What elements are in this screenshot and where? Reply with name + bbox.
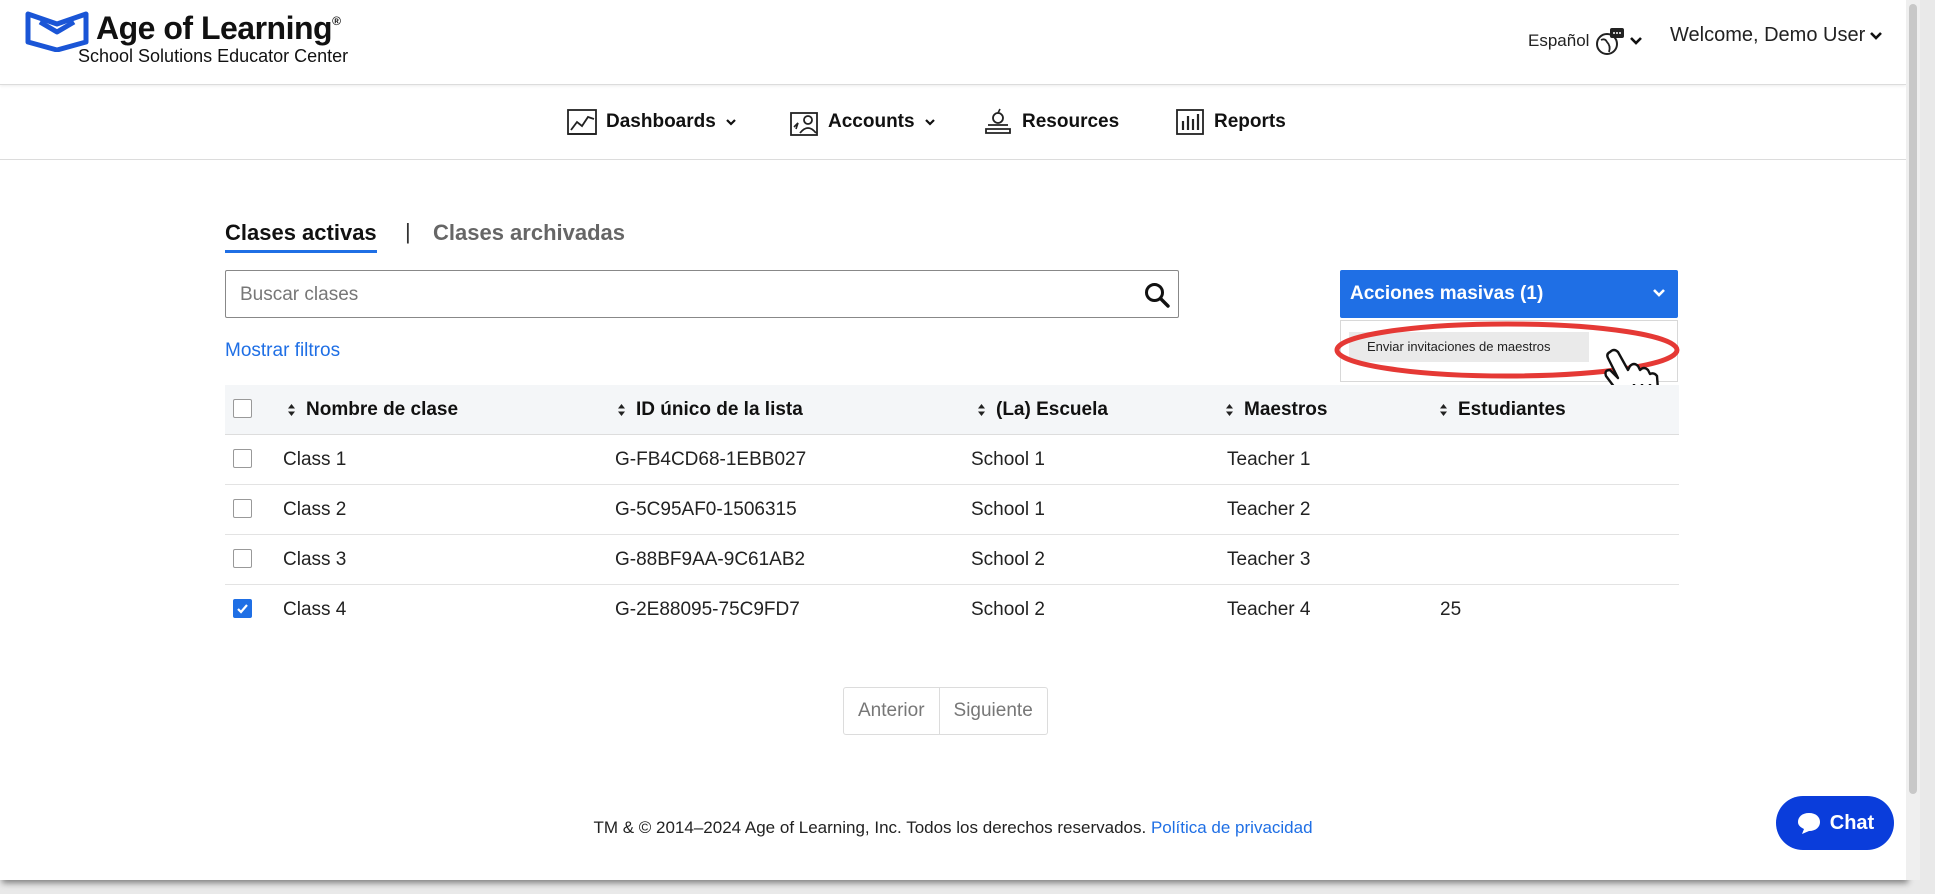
accounts-icon bbox=[790, 112, 818, 136]
class-name-cell[interactable]: Class 4 bbox=[283, 599, 346, 621]
tab-active-classes[interactable]: Clases activas bbox=[225, 220, 377, 253]
school-cell: School 2 bbox=[971, 549, 1045, 570]
main-nav: Dashboards Accounts Resources Reports bbox=[0, 85, 1906, 160]
chat-label: Chat bbox=[1829, 811, 1875, 834]
students-cell: 25 bbox=[1440, 599, 1462, 620]
school-cell: School 1 bbox=[971, 449, 1045, 470]
chat-button[interactable]: Chat bbox=[1776, 796, 1894, 850]
nav-resources[interactable]: Resources bbox=[982, 107, 1119, 137]
chevron-down-icon bbox=[726, 119, 736, 126]
footer: TM & © 2014–2024 Age of Learning, Inc. T… bbox=[0, 818, 1906, 838]
column-label: (La) Escuela bbox=[996, 399, 1108, 420]
nav-dashboards-label: Dashboards bbox=[606, 111, 716, 132]
unique-id-cell: G-2E88095-75C9FD7 bbox=[615, 599, 800, 620]
table-row[interactable]: Class 3 G-88BF9AA-9C61AB2 School 2 Teach… bbox=[225, 535, 1679, 585]
chevron-down-icon bbox=[1870, 31, 1883, 40]
brand-name: Age of Learning® bbox=[96, 10, 341, 46]
class-name-cell[interactable]: Class 1 bbox=[283, 449, 346, 471]
previous-page-button[interactable]: Anterior bbox=[844, 688, 940, 734]
unique-id-cell: G-FB4CD68-1EBB027 bbox=[615, 449, 807, 470]
search-input[interactable] bbox=[238, 271, 1122, 319]
class-name-cell[interactable]: Class 3 bbox=[283, 549, 346, 571]
sort-icon bbox=[1440, 404, 1447, 416]
teacher-cell: Teacher 4 bbox=[1227, 599, 1311, 620]
pagination: Anterior Siguiente bbox=[843, 687, 1048, 735]
nav-accounts-label: Accounts bbox=[828, 111, 915, 132]
table-row[interactable]: Class 4 G-2E88095-75C9FD7 School 2 Teach… bbox=[225, 585, 1679, 634]
school-cell: School 2 bbox=[971, 599, 1045, 620]
chevron-down-icon bbox=[1630, 37, 1643, 45]
top-header: Age of Learning® School Solutions Educat… bbox=[0, 0, 1906, 85]
teacher-cell: Teacher 3 bbox=[1227, 549, 1311, 570]
sort-icon bbox=[978, 404, 985, 416]
column-label: Nombre de clase bbox=[306, 399, 459, 420]
table-header: Nombre de clase ID único de la lista (La… bbox=[225, 385, 1679, 435]
bulk-actions-label: Acciones masivas (1) bbox=[1350, 283, 1544, 304]
welcome-label: Welcome, Demo User bbox=[1670, 24, 1866, 46]
class-name-cell[interactable]: Class 2 bbox=[283, 499, 346, 521]
nav-dashboards[interactable]: Dashboards bbox=[566, 107, 738, 137]
language-label: Español bbox=[1528, 31, 1590, 50]
privacy-policy-link[interactable]: Política de privacidad bbox=[1151, 818, 1313, 837]
nav-resources-label: Resources bbox=[1022, 111, 1120, 132]
column-label: Estudiantes bbox=[1458, 399, 1566, 420]
bulk-actions-button[interactable]: Acciones masivas (1) bbox=[1340, 270, 1678, 318]
show-filters-link[interactable]: Mostrar filtros bbox=[225, 340, 340, 362]
column-header-teachers[interactable]: Maestros bbox=[1225, 399, 1327, 421]
unique-id-cell: G-88BF9AA-9C61AB2 bbox=[615, 549, 806, 570]
browser-window: Age of Learning® School Solutions Educat… bbox=[0, 0, 1906, 880]
column-header-unique-id[interactable]: ID único de la lista bbox=[617, 399, 803, 421]
chat-bubble-icon bbox=[1797, 813, 1820, 834]
column-label: ID único de la lista bbox=[636, 399, 803, 420]
school-cell: School 1 bbox=[971, 499, 1045, 520]
unique-id-cell: G-5C95AF0-1506315 bbox=[615, 499, 797, 520]
column-header-class-name[interactable]: Nombre de clase bbox=[287, 399, 458, 421]
reports-icon bbox=[1176, 109, 1204, 135]
search-box bbox=[225, 270, 1179, 319]
row-checkbox-checked[interactable] bbox=[233, 599, 252, 618]
row-checkbox[interactable] bbox=[233, 449, 252, 468]
tab-separator: | bbox=[405, 219, 411, 244]
sort-icon bbox=[618, 404, 625, 416]
chevron-down-icon bbox=[1653, 289, 1665, 297]
checkmark-icon bbox=[237, 604, 248, 614]
column-label: Maestros bbox=[1244, 399, 1328, 420]
table-row[interactable]: Class 1 G-FB4CD68-1EBB027 School 1 Teach… bbox=[225, 435, 1679, 485]
language-globe-icon bbox=[1596, 28, 1625, 55]
vertical-scrollbar[interactable] bbox=[1906, 0, 1920, 880]
nav-accounts[interactable]: Accounts bbox=[788, 107, 937, 137]
teacher-cell: Teacher 1 bbox=[1227, 449, 1311, 470]
resources-icon bbox=[985, 108, 1011, 134]
chart-icon bbox=[567, 109, 597, 135]
sort-icon bbox=[288, 404, 295, 416]
brand-subtitle: School Solutions Educator Center bbox=[78, 46, 349, 66]
scrollbar-thumb[interactable] bbox=[1909, 4, 1917, 794]
tab-archived-classes[interactable]: Clases archivadas bbox=[433, 220, 625, 246]
nav-reports[interactable]: Reports bbox=[1174, 107, 1286, 137]
table-row[interactable]: Class 2 G-5C95AF0-1506315 School 1 Teach… bbox=[225, 485, 1679, 535]
copyright-text: TM & © 2014–2024 Age of Learning, Inc. T… bbox=[593, 818, 1147, 837]
user-menu[interactable]: Welcome, Demo User bbox=[1670, 24, 1883, 47]
language-selector[interactable]: Español bbox=[1528, 26, 1643, 56]
search-icon[interactable] bbox=[1144, 282, 1170, 308]
row-checkbox[interactable] bbox=[233, 499, 252, 518]
row-checkbox[interactable] bbox=[233, 549, 252, 568]
sort-icon bbox=[1226, 404, 1233, 416]
teacher-cell: Teacher 2 bbox=[1227, 499, 1311, 520]
chevron-down-icon bbox=[924, 119, 935, 126]
nav-reports-label: Reports bbox=[1214, 111, 1286, 132]
next-page-button[interactable]: Siguiente bbox=[940, 688, 1047, 734]
column-header-school[interactable]: (La) Escuela bbox=[977, 399, 1108, 421]
column-header-students[interactable]: Estudiantes bbox=[1439, 399, 1566, 421]
select-all-checkbox[interactable] bbox=[233, 399, 252, 418]
